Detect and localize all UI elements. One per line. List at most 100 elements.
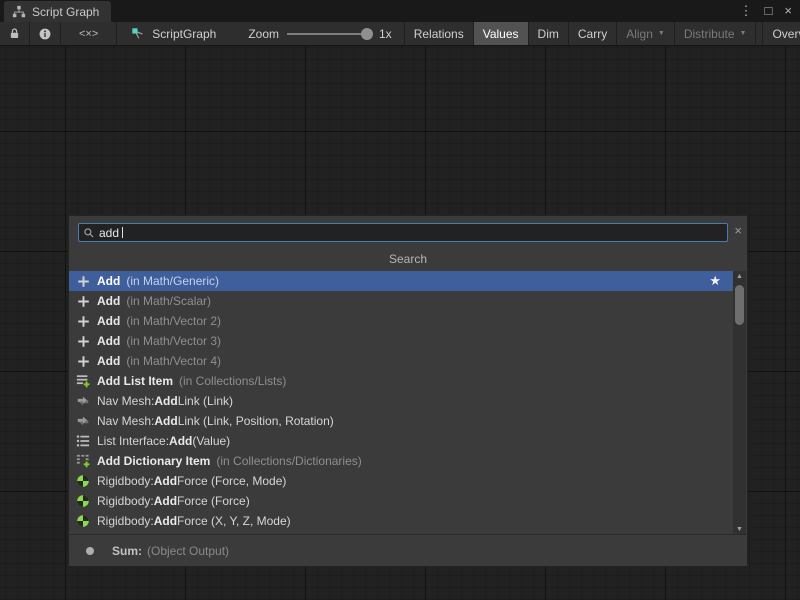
result-category-note: (in Math/Generic) — [126, 274, 219, 288]
output-port-icon — [86, 547, 94, 555]
scrollbar-thumb[interactable] — [735, 285, 744, 325]
result-text-suffix: Force (X, Y, Z, Mode) — [177, 514, 291, 528]
info-icon — [38, 27, 52, 41]
result-text-prefix: Rigidbody: — [97, 514, 154, 528]
result-text-prefix: Rigidbody: — [97, 474, 154, 488]
rigidbody-icon — [75, 493, 91, 509]
result-text-suffix: Force (Force) — [177, 494, 250, 508]
result-text-match: Add — [169, 434, 192, 448]
dictionary-add-icon — [75, 453, 91, 469]
plus-icon — [75, 293, 91, 309]
tab-script-graph[interactable]: Script Graph — [4, 1, 111, 22]
text-caret — [122, 227, 123, 238]
zoom-slider-handle[interactable] — [361, 28, 373, 40]
result-category-note: (in Math/Vector 4) — [126, 354, 221, 368]
result-text-match: Add List Item — [97, 374, 173, 388]
plus-icon — [75, 273, 91, 289]
result-row[interactable]: Add (in Math/Vector 3) — [69, 331, 735, 351]
zoom-slider[interactable] — [287, 33, 371, 35]
dim-button[interactable]: Dim — [529, 22, 569, 45]
result-row[interactable]: Nav Mesh: Add Link (Link) — [69, 391, 735, 411]
align-button[interactable]: Align ▼ — [617, 22, 675, 45]
result-text-prefix: List Interface: — [97, 434, 169, 448]
result-row[interactable]: Rigidbody: Add Force (X, Y, Z, Mode) — [69, 511, 735, 531]
navmesh-icon — [75, 393, 91, 409]
zoom-value: 1x — [379, 27, 392, 41]
rigidbody-icon — [75, 473, 91, 489]
footer-port-type: (Object Output) — [147, 544, 229, 558]
tab-label: Script Graph — [32, 5, 99, 19]
search-box[interactable] — [78, 223, 728, 242]
search-row: × — [69, 216, 747, 249]
result-text-match: Add — [97, 274, 120, 288]
result-category-note: (in Collections/Lists) — [179, 374, 286, 388]
chevron-down-icon: ▼ — [740, 30, 747, 37]
result-row[interactable]: List Interface: Add (Value) — [69, 431, 735, 451]
carry-button[interactable]: Carry — [569, 22, 617, 45]
result-row[interactable]: Add List Item (in Collections/Lists) — [69, 371, 735, 391]
result-row[interactable]: Add (in Math/Scalar) — [69, 291, 735, 311]
result-row[interactable]: Rigidbody: Add Force (Force) — [69, 491, 735, 511]
chevron-down-icon: ▼ — [658, 30, 665, 37]
window-maximize-icon[interactable]: □ — [765, 0, 773, 22]
result-text-match: Add — [97, 334, 120, 348]
result-text-prefix: Nav Mesh: — [97, 394, 154, 408]
result-category-note: (in Math/Vector 3) — [126, 334, 221, 348]
plus-icon — [75, 313, 91, 329]
result-category-note: (in Math/Scalar) — [126, 294, 211, 308]
search-input[interactable] — [95, 226, 723, 240]
lock-button[interactable] — [0, 22, 30, 45]
graph-breadcrumb-label: ScriptGraph — [152, 27, 216, 41]
result-row[interactable]: Rigidbody: Add Force (Force, Mode) — [69, 471, 735, 491]
footer-port-name: Sum: — [112, 544, 142, 558]
rigidbody-icon — [75, 513, 91, 529]
angle-x-button[interactable]: <×> — [61, 22, 117, 45]
result-row[interactable]: Nav Mesh: Add Link (Link, Position, Rota… — [69, 411, 735, 431]
graph-hierarchy-icon — [12, 5, 26, 19]
overview-button[interactable]: Overview — [762, 22, 800, 45]
result-text-match: Add — [154, 394, 177, 408]
fuzzy-finder-dialog: × Search Add(in Math/Generic)★Add(in Mat… — [68, 215, 748, 567]
result-text-match: Add Dictionary Item — [97, 454, 210, 468]
script-graph-icon — [131, 27, 145, 41]
lock-icon — [8, 27, 21, 40]
graph-breadcrumb[interactable]: ScriptGraph — [117, 22, 230, 45]
result-row[interactable]: Add (in Math/Vector 2) — [69, 311, 735, 331]
result-text-suffix: Force (Force, Mode) — [177, 474, 286, 488]
result-text-match: Add — [97, 294, 120, 308]
result-text-prefix: Rigidbody: — [97, 494, 154, 508]
info-button[interactable] — [30, 22, 61, 45]
favorite-star-icon[interactable]: ★ — [709, 273, 729, 289]
result-category-note: (in Collections/Dictionaries) — [216, 454, 361, 468]
search-result-list: Add (in Math/Generic) ★ Add (in Math/Scalar)… — [69, 271, 747, 536]
result-row[interactable]: Add(in Math/Vector 4) — [69, 351, 735, 371]
result-row[interactable]: Add Dictionary Item (in Collections/Dicti… — [69, 451, 735, 471]
result-text-match: Add — [97, 314, 120, 328]
values-button[interactable]: Values — [474, 22, 529, 45]
result-text-match: Add — [154, 474, 177, 488]
scroll-up-icon[interactable]: ▲ — [733, 271, 746, 283]
result-text-match: Add — [154, 414, 177, 428]
search-icon — [83, 227, 95, 239]
close-icon[interactable]: × — [734, 224, 742, 238]
window-close-icon[interactable]: × — [784, 0, 792, 22]
result-row[interactable]: Add (in Math/Generic) ★ — [69, 271, 735, 291]
distribute-button[interactable]: Distribute ▼ — [675, 22, 757, 45]
result-text-suffix: Link (Link, Position, Rotation) — [178, 414, 334, 428]
result-text-suffix: (Value) — [192, 434, 230, 448]
result-category-note: (in Math/Vector 2) — [126, 314, 221, 328]
zoom-control: Zoom 1x — [230, 22, 401, 45]
result-text-prefix: Nav Mesh: — [97, 414, 154, 428]
angle-x-icon: <×> — [79, 28, 98, 40]
relations-button[interactable]: Relations — [404, 22, 474, 45]
list-add-icon — [75, 373, 91, 389]
scrollbar[interactable]: ▲ ▼ — [733, 271, 746, 536]
search-results-header: Search — [69, 249, 747, 270]
window-more-icon[interactable]: ⋮ — [740, 0, 753, 22]
zoom-label: Zoom — [248, 27, 279, 41]
graph-toolbar: <×> ScriptGraph Zoom 1x Relations Values… — [0, 22, 800, 46]
title-bar: Script Graph ⋮ □ × — [0, 0, 800, 22]
plus-icon — [75, 353, 91, 369]
result-text-suffix: Link (Link) — [178, 394, 233, 408]
list-interface-icon — [75, 433, 91, 449]
